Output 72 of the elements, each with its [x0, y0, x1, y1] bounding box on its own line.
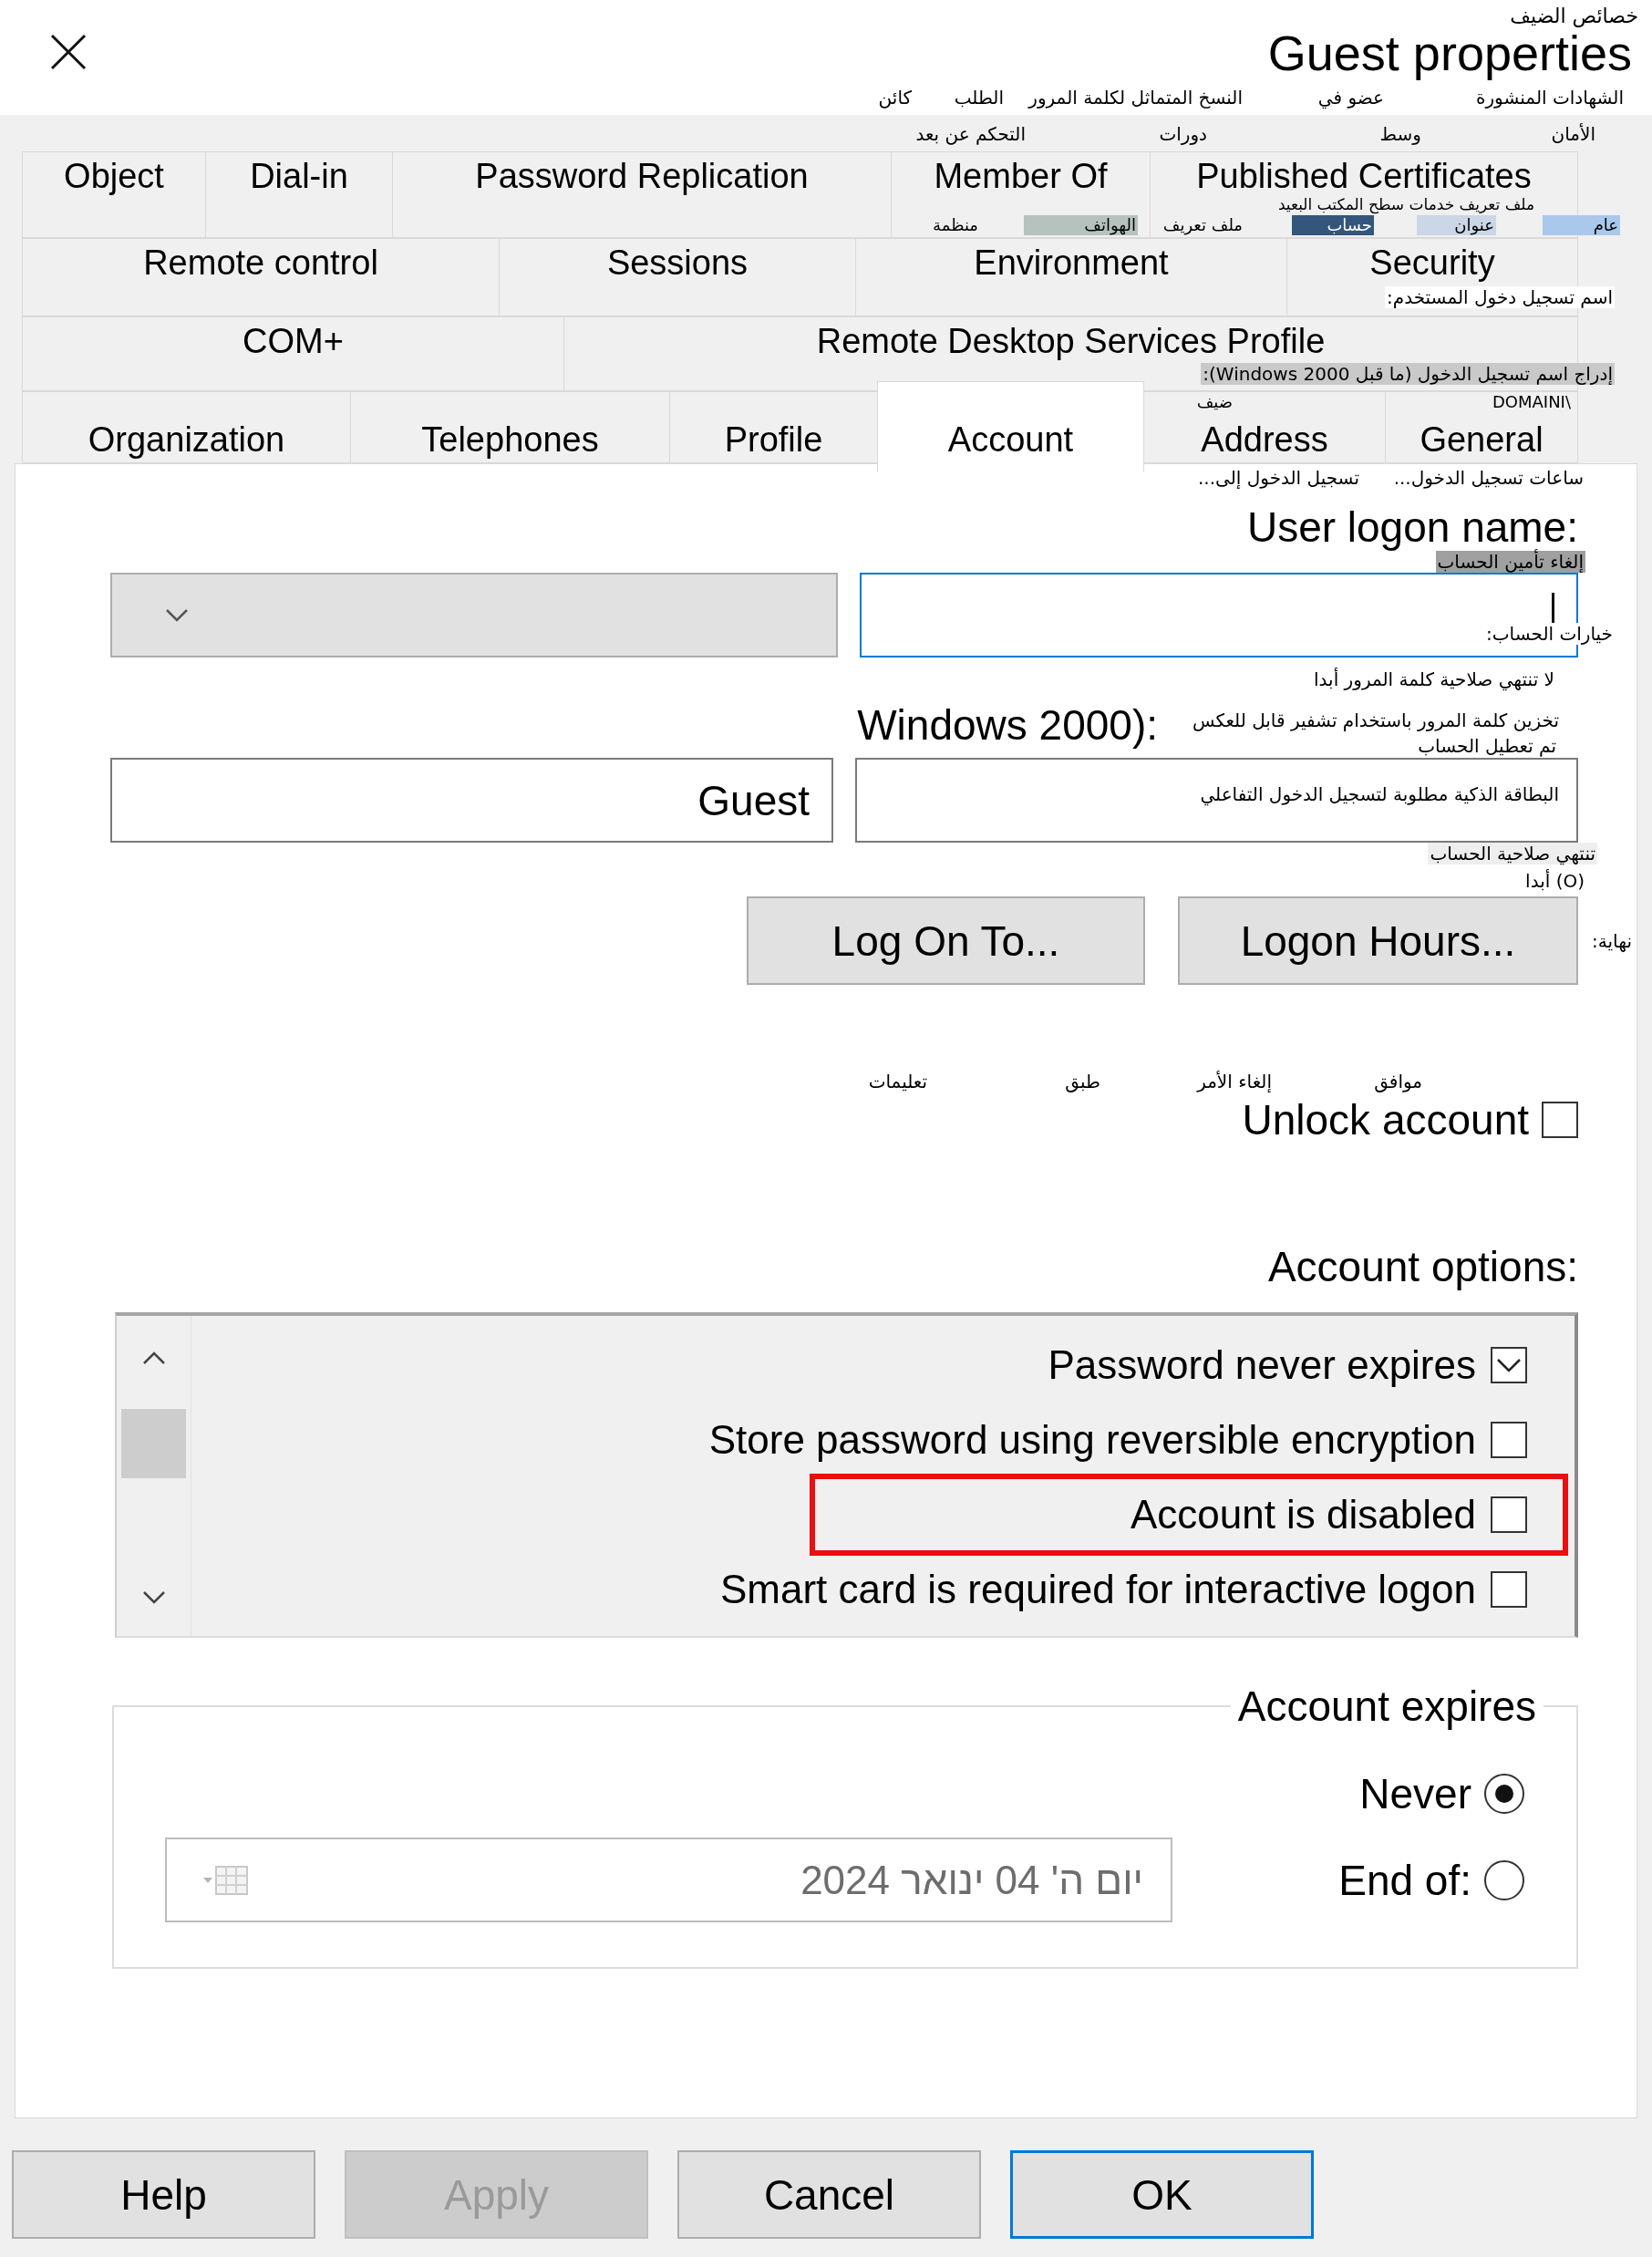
- tab[interactable]: Profile: [669, 391, 878, 463]
- close-icon[interactable]: [50, 34, 87, 70]
- translation-label: \DOMAINI: [1491, 392, 1572, 412]
- translation-label: ملف تعريف: [1162, 215, 1244, 235]
- translation-label: خصائص الضيف: [1509, 5, 1639, 28]
- scroll-down-icon[interactable]: [141, 1590, 166, 1605]
- translation-label: عضو في: [1316, 87, 1385, 109]
- translation-label: الأمان: [1550, 123, 1596, 145]
- translation-label: عام: [1543, 215, 1620, 235]
- checkbox-label: Store password using reversible encryption: [708, 1417, 1476, 1463]
- field-label: Windows 2000):: [857, 702, 1158, 748]
- input-field[interactable]: [855, 758, 1578, 843]
- section-label: Account options:: [1267, 1242, 1578, 1292]
- tab[interactable]: Organization: [22, 391, 351, 463]
- checkbox-label: Password never expires: [1048, 1342, 1476, 1388]
- translation-label: ساعات تسجيل الدخول...: [1392, 467, 1585, 489]
- translation-label: الهواتف: [1024, 215, 1138, 235]
- tab[interactable]: Password Replication: [392, 151, 892, 238]
- checkbox-label: Smart card is required for interactive logon: [719, 1567, 1476, 1612]
- translation-label: تنتهي صلاحية الحساب: [1428, 843, 1597, 864]
- tab[interactable]: COM+: [22, 316, 564, 391]
- translation-label: تسجيل الدخول إلى...: [1197, 467, 1360, 489]
- checkbox[interactable]: [1491, 1347, 1527, 1383]
- radio-button[interactable]: [1484, 1859, 1524, 1900]
- translation-label: ضيف: [1195, 392, 1234, 412]
- checkbox[interactable]: [1491, 1571, 1527, 1608]
- translation-label: إلغاء تأمين الحساب: [1435, 551, 1585, 573]
- translation-label: عنوان: [1417, 215, 1496, 235]
- checkbox[interactable]: [1491, 1422, 1527, 1458]
- translation-label: كائن: [877, 87, 913, 109]
- translation-label: البطاقة الذكية مطلوبة لتسجيل الدخول التفاعلي: [1198, 783, 1561, 805]
- radio-label: Never: [1359, 1769, 1471, 1818]
- translation-label: النسخ المتماثل لكلمة المرور: [1027, 87, 1244, 109]
- translation-label: وسط: [1378, 123, 1422, 145]
- chevron-down-icon: [165, 607, 189, 623]
- radio-label: End of:: [1338, 1855, 1471, 1905]
- checkbox[interactable]: [1491, 1496, 1527, 1533]
- tab[interactable]: Telephones: [350, 391, 670, 463]
- tab[interactable]: Dial-in: [205, 151, 393, 238]
- button[interactable]: Help: [12, 2150, 315, 2239]
- checkbox-label: Account is disabled: [1130, 1492, 1476, 1537]
- translation-label: ملف تعريف خدمات سطح المكتب البعيد: [1276, 194, 1535, 214]
- translation-label: طبق: [1064, 1071, 1101, 1092]
- translation-label: تعليمات: [867, 1071, 928, 1092]
- button[interactable]: Logon Hours...: [1178, 896, 1578, 985]
- translation-label: إدراج اسم تسجيل الدخول (ما قبل Windows 2000):: [1201, 363, 1615, 385]
- translation-label: الطلب: [953, 87, 1005, 109]
- translation-label: دورات: [1158, 123, 1208, 145]
- tab[interactable]: Sessions: [499, 238, 856, 316]
- translation-label: منظمة: [932, 215, 979, 235]
- check-icon: [1496, 1356, 1522, 1374]
- translation-label: التحكم عن بعد: [914, 123, 1027, 145]
- tab[interactable]: Remote control: [22, 238, 500, 316]
- input-field[interactable]: Guest: [110, 758, 833, 843]
- tab[interactable]: Object: [22, 151, 206, 238]
- checkbox[interactable]: [1542, 1102, 1578, 1138]
- scroll-thumb[interactable]: [121, 1409, 186, 1478]
- checkbox-label: Unlock account: [1242, 1095, 1529, 1144]
- button[interactable]: OK: [1010, 2150, 1314, 2239]
- translation-label: اسم تسجيل دخول المستخدم:: [1385, 286, 1615, 308]
- translation-label: موافق: [1373, 1071, 1423, 1092]
- button[interactable]: Log On To...: [747, 896, 1145, 985]
- field-label: User logon name:: [1246, 504, 1578, 550]
- scroll-up-icon[interactable]: [141, 1351, 166, 1365]
- translation-label: حساب: [1292, 215, 1374, 235]
- button[interactable]: Cancel: [677, 2150, 981, 2239]
- translation-label: لا تنتهي صلاحية كلمة المرور أبدا: [1313, 668, 1555, 690]
- radio-button[interactable]: [1484, 1774, 1524, 1814]
- translation-label: إلغاء الأمر: [1195, 1071, 1273, 1092]
- translation-label: الشهادات المنشورة: [1475, 87, 1625, 109]
- tab[interactable]: Account: [877, 381, 1144, 472]
- tab[interactable]: Environment: [855, 238, 1287, 316]
